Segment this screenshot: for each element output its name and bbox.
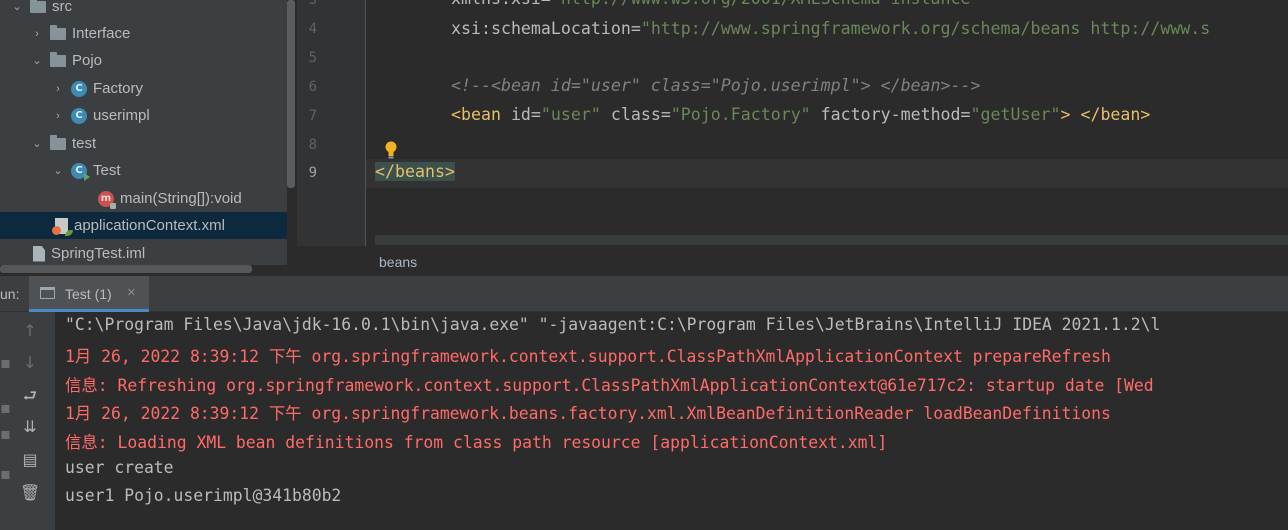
iml-file-icon <box>33 245 45 262</box>
tree-item-label: applicationContext.xml <box>74 217 225 234</box>
tree-item-test-class[interactable]: ⌄ C Test <box>0 157 287 184</box>
chevron-down-icon[interactable]: ⌄ <box>30 137 44 150</box>
print-icon[interactable]: ▤ <box>20 450 40 470</box>
spring-xml-file-icon <box>52 217 73 236</box>
chevron-right-icon[interactable]: › <box>51 110 65 122</box>
project-tree-panel: ⌄ src › Interface ⌄ Pojo › C Factory › C… <box>0 0 287 265</box>
tree-item-label: Factory <box>93 80 144 97</box>
run-tool-window-header <box>0 276 1288 312</box>
line-number: 3 <box>308 0 317 8</box>
code-line-9[interactable]: </beans> <box>375 162 455 181</box>
tree-item-label: Interface <box>72 25 131 42</box>
package-icon <box>50 51 66 67</box>
tree-item-src[interactable]: ⌄ src <box>0 0 287 20</box>
console-line: "C:\Program Files\Java\jdk-16.0.1\bin\ja… <box>65 315 1161 334</box>
line-number: 4 <box>308 21 317 37</box>
tree-item-factory[interactable]: › C Factory <box>0 75 287 102</box>
console-line-error: 信息: Refreshing org.springframework.conte… <box>65 376 1154 395</box>
chevron-down-icon[interactable]: ⌄ <box>51 164 65 177</box>
run-window-label: un: <box>0 286 20 302</box>
class-icon: C <box>71 80 87 97</box>
line-number: 7 <box>308 108 317 124</box>
chevron-down-icon[interactable]: ⌄ <box>30 54 44 67</box>
run-toolbar: ↑ ↓ ▪ ⮐ ▪ ⇊ ▪ ▤ ▪ 🗑 <box>0 312 55 530</box>
code-line-4[interactable]: xsi:schemaLocation="http://www.springfra… <box>451 19 1210 38</box>
chevron-right-icon[interactable]: › <box>30 28 44 40</box>
scroll-to-end-icon[interactable]: ⇊ <box>20 417 40 437</box>
tree-item-label: src <box>52 0 72 15</box>
layout-icon[interactable]: ▪ <box>0 398 11 418</box>
soft-wrap-icon[interactable]: ⮐ <box>20 386 40 406</box>
code-line-3[interactable]: xmlns:xsi="http://www.w3.org/2001/XMLSch… <box>451 0 981 8</box>
tree-item-pojo[interactable]: ⌄ Pojo <box>0 47 287 74</box>
line-number-current: 9 <box>308 165 317 181</box>
close-icon[interactable]: × <box>127 284 136 301</box>
line-number: 6 <box>308 79 317 95</box>
package-icon <box>50 134 66 150</box>
tree-item-label: Pojo <box>72 52 103 69</box>
console-icon <box>40 287 55 299</box>
console-line-error: 1月 26, 2022 8:39:12 下午 org.springframewo… <box>65 404 1111 423</box>
class-icon: C <box>71 107 87 124</box>
caret-row-highlight <box>366 159 1288 188</box>
runnable-class-icon: C <box>71 162 90 181</box>
code-line-7[interactable]: <bean id="user" class="Pojo.Factory" fac… <box>451 105 1150 124</box>
stop-icon[interactable]: ▪ <box>0 353 11 373</box>
folder-icon <box>30 0 46 13</box>
pin-icon[interactable]: ▪ <box>0 424 11 444</box>
tree-item-label: SpringTest.iml <box>51 245 146 262</box>
project-horizontal-scrollbar[interactable] <box>0 265 252 273</box>
run-tab-label: Test (1) <box>65 286 112 302</box>
tree-item-interface[interactable]: › Interface <box>0 20 287 47</box>
code-line-6-comment[interactable]: <!--<bean id="user" class="Pojo.userimpl… <box>451 76 981 95</box>
method-icon: m <box>98 190 116 209</box>
tree-item-label: userimpl <box>93 107 150 124</box>
package-icon <box>50 24 66 40</box>
up-arrow-icon[interactable]: ↑ <box>20 321 40 341</box>
tree-item-label: Test <box>93 162 121 179</box>
console-line-error: 1月 26, 2022 8:39:12 下午 org.springframewo… <box>65 347 1111 366</box>
editor-horizontal-scrollbar[interactable] <box>375 235 1288 245</box>
chevron-down-icon[interactable]: ⌄ <box>10 0 24 13</box>
chevron-right-icon[interactable]: › <box>51 83 65 95</box>
console-line-error: 信息: Loading XML bean definitions from cl… <box>65 433 888 452</box>
breadcrumb[interactable]: beans <box>379 254 417 270</box>
project-vertical-scrollbar[interactable] <box>287 0 295 188</box>
tree-item-label: test <box>72 135 97 152</box>
tree-item-label: main(String[]):void <box>120 190 242 207</box>
settings-icon[interactable]: ▪ <box>0 464 11 484</box>
line-number: 8 <box>308 137 317 153</box>
console-line: user create <box>65 458 174 477</box>
intention-lightbulb-icon[interactable] <box>384 140 398 160</box>
tree-item-test-folder[interactable]: ⌄ test <box>0 130 287 157</box>
trash-icon[interactable]: 🗑 <box>20 483 40 503</box>
tree-item-springtest-iml[interactable]: SpringTest.iml <box>0 240 287 265</box>
down-arrow-icon[interactable]: ↓ <box>20 353 40 373</box>
console-line: user1 Pojo.userimpl@341b80b2 <box>65 486 342 505</box>
tree-item-main-method[interactable]: m main(String[]):void <box>0 185 287 212</box>
line-number: 5 <box>308 50 317 66</box>
breadcrumb-bar <box>366 246 1288 276</box>
tree-item-application-context[interactable]: applicationContext.xml <box>0 212 287 239</box>
tree-item-userimpl[interactable]: › C userimpl <box>0 102 287 129</box>
